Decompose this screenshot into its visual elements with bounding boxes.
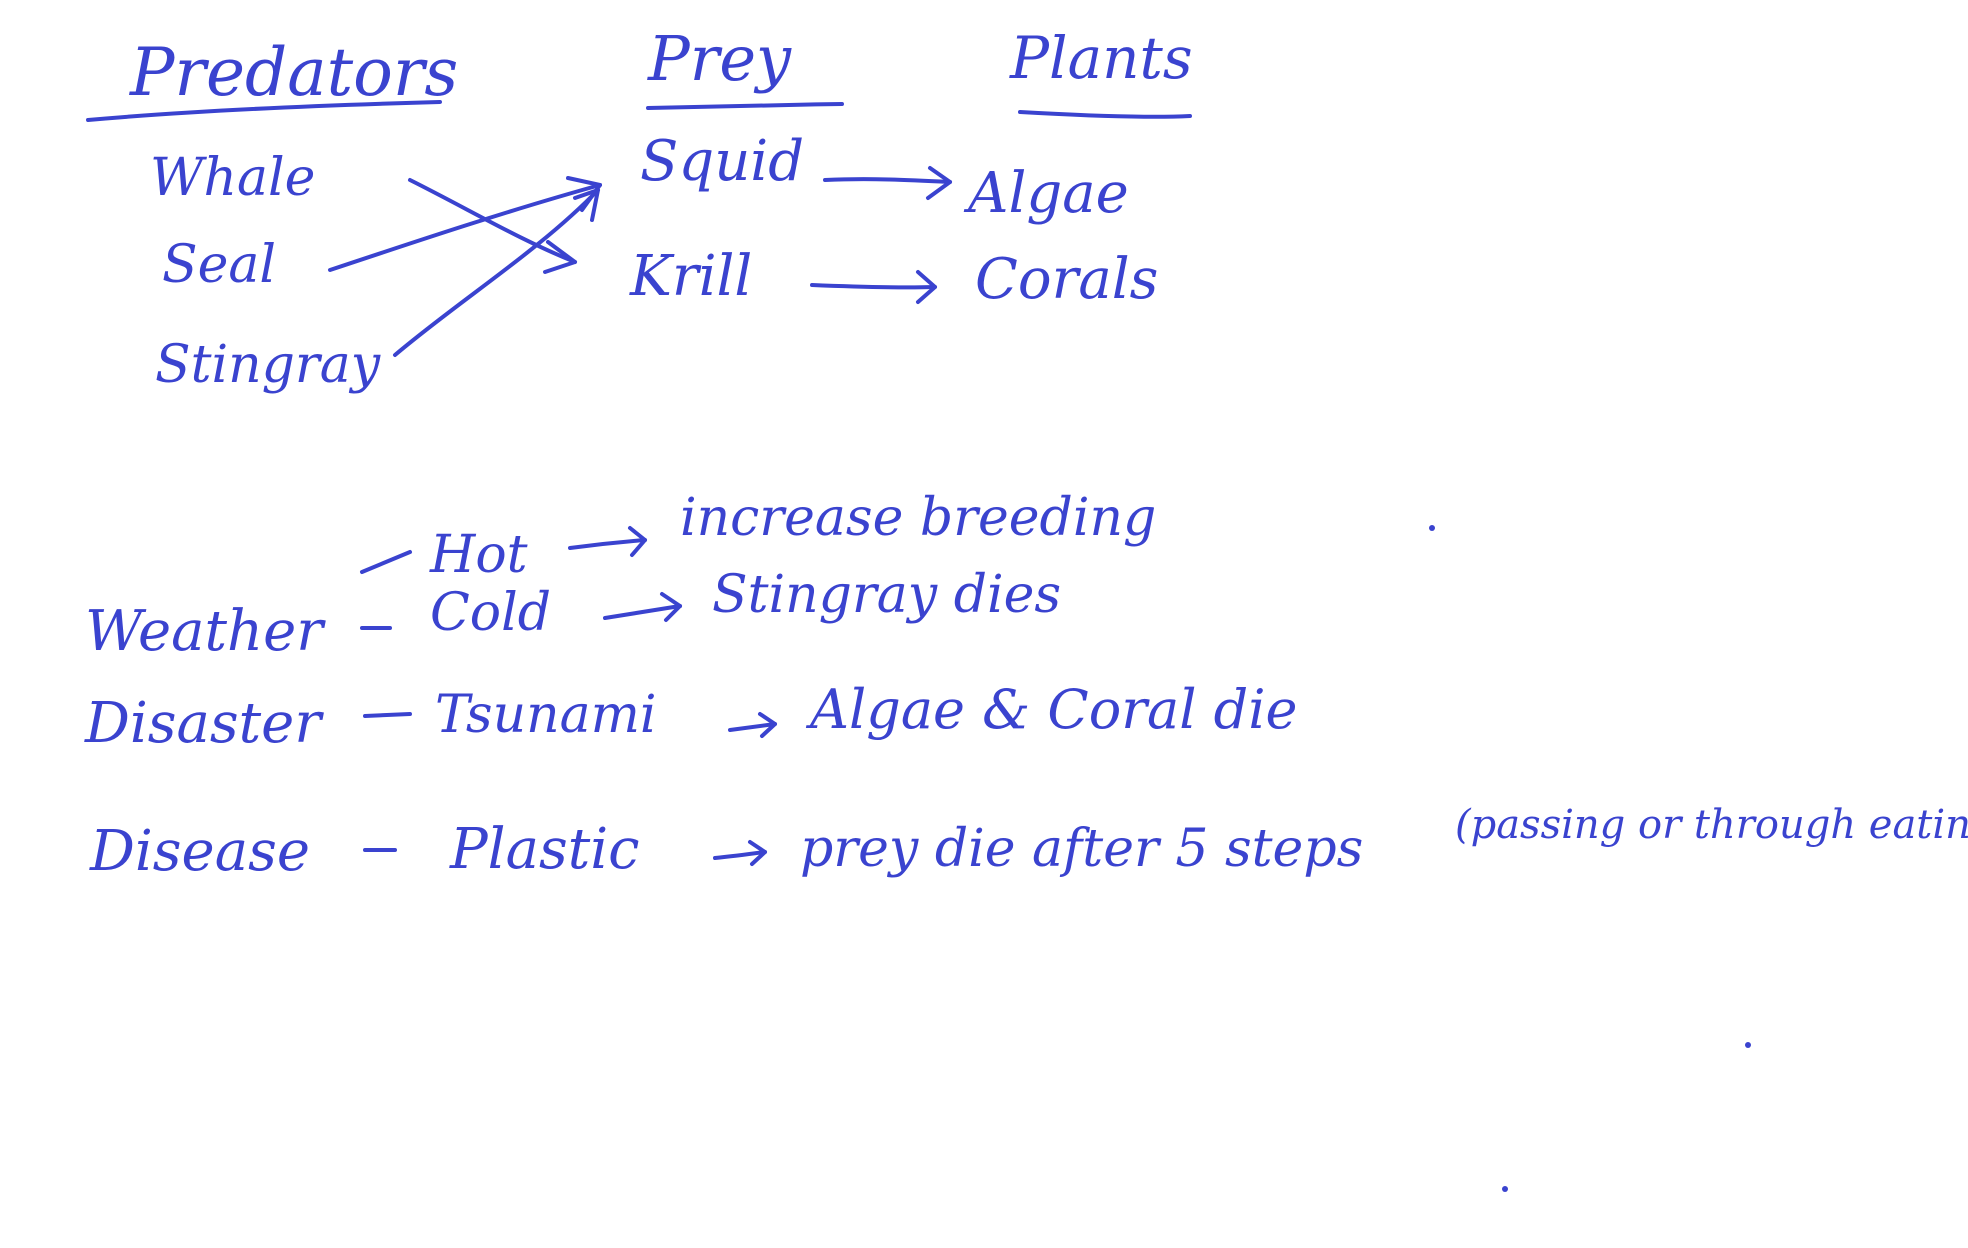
- heading-plants-underline: [1018, 110, 1192, 119]
- prey-krill: Krill: [629, 244, 752, 309]
- plant-corals: Corals: [975, 247, 1158, 312]
- heading-predators: Predators: [129, 34, 458, 111]
- event-hot-label: Hot: [429, 525, 528, 585]
- heading-plants: Plants: [1009, 24, 1193, 92]
- category-weather: Weather: [85, 599, 326, 664]
- event-cold-effect: Stingray dies: [712, 565, 1061, 625]
- category-disease: Disease: [89, 819, 310, 884]
- heading-prey-underline: [646, 102, 844, 110]
- event-plastic-note: (passing or through eating): [1455, 802, 1968, 848]
- prey-squid: Squid: [640, 129, 804, 194]
- event-plastic-label: Plastic: [449, 817, 640, 882]
- whiteboard-canvas: Predators Prey Plants Whale Seal Stingra…: [84, 22, 1968, 1192]
- dash-hot: [360, 550, 412, 574]
- event-tsunami-effect: Algae & Coral die: [805, 678, 1297, 741]
- arrow-squid-to-algae: [823, 177, 952, 184]
- heading-prey: Prey: [647, 22, 792, 95]
- ink-dot: [1502, 1186, 1508, 1192]
- arrow-hot: [568, 538, 647, 550]
- arrow-krill-to-corals: [810, 283, 937, 290]
- event-hot-effect: increase breeding: [680, 488, 1156, 548]
- predator-stingray: Stingray: [155, 335, 381, 395]
- dash-tsunami: [363, 712, 412, 718]
- event-plastic-effect: prey die after 5 steps: [800, 819, 1363, 879]
- predator-whale: Whale: [150, 148, 315, 208]
- predator-seal: Seal: [162, 235, 276, 295]
- plant-algae: Algae: [963, 161, 1129, 226]
- ink-dot: [1745, 1042, 1751, 1048]
- arrow-whale-to-krill: [408, 178, 577, 264]
- event-cold-label: Cold: [430, 583, 551, 643]
- category-disaster: Disaster: [84, 691, 324, 756]
- event-tsunami-label: Tsunami: [435, 685, 657, 745]
- ink-dot: [1429, 525, 1435, 531]
